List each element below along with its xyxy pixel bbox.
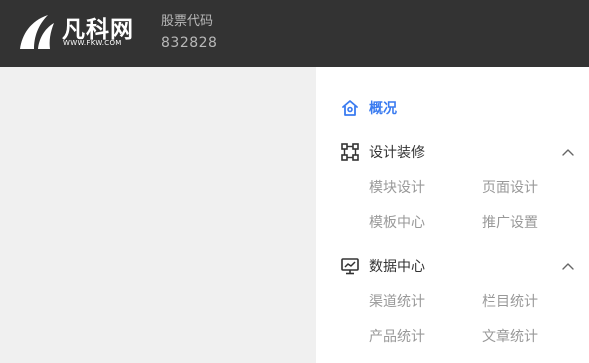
menu-label-overview: 概况 [369,101,397,117]
menu-item-overview[interactable]: 概况 [340,98,397,118]
menu-label-data: 数据中心 [369,259,425,275]
stock-label: 股票代码 [161,14,214,29]
monitor-chart-icon [340,256,360,276]
content-area [0,67,316,363]
submenu-item[interactable]: 文章统计 [482,326,538,346]
stock-code: 832828 [161,35,218,51]
submenu-item[interactable]: 模块设计 [369,177,425,197]
submenu-item[interactable]: 渠道统计 [369,291,425,311]
side-menu: 概况 设计装修 模块设计 页面设计 模板中心 推广设置 数据中心 渠道统计 栏目… [316,67,589,363]
top-bar: 凡科网 WWW.FKW.COM 股票代码 832828 [0,0,589,67]
brand-logo[interactable]: 凡科网 WWW.FKW.COM [18,13,133,51]
home-icon [340,98,360,118]
chevron-up-icon[interactable] [561,262,575,272]
menu-item-data[interactable]: 数据中心 [340,256,425,276]
submenu-item[interactable]: 栏目统计 [482,291,538,311]
menu-label-design: 设计装修 [369,145,425,161]
brand-url: WWW.FKW.COM [63,39,122,47]
submenu-item[interactable]: 页面设计 [482,177,538,197]
submenu-item[interactable]: 产品统计 [369,326,425,346]
layout-icon [340,142,360,162]
logo-sail-icon [20,15,54,49]
submenu-item[interactable]: 模板中心 [369,212,425,232]
stock-info: 股票代码 832828 [161,12,217,54]
chevron-up-icon[interactable] [561,148,575,158]
menu-item-design[interactable]: 设计装修 [340,142,425,162]
submenu-item[interactable]: 推广设置 [482,212,538,232]
